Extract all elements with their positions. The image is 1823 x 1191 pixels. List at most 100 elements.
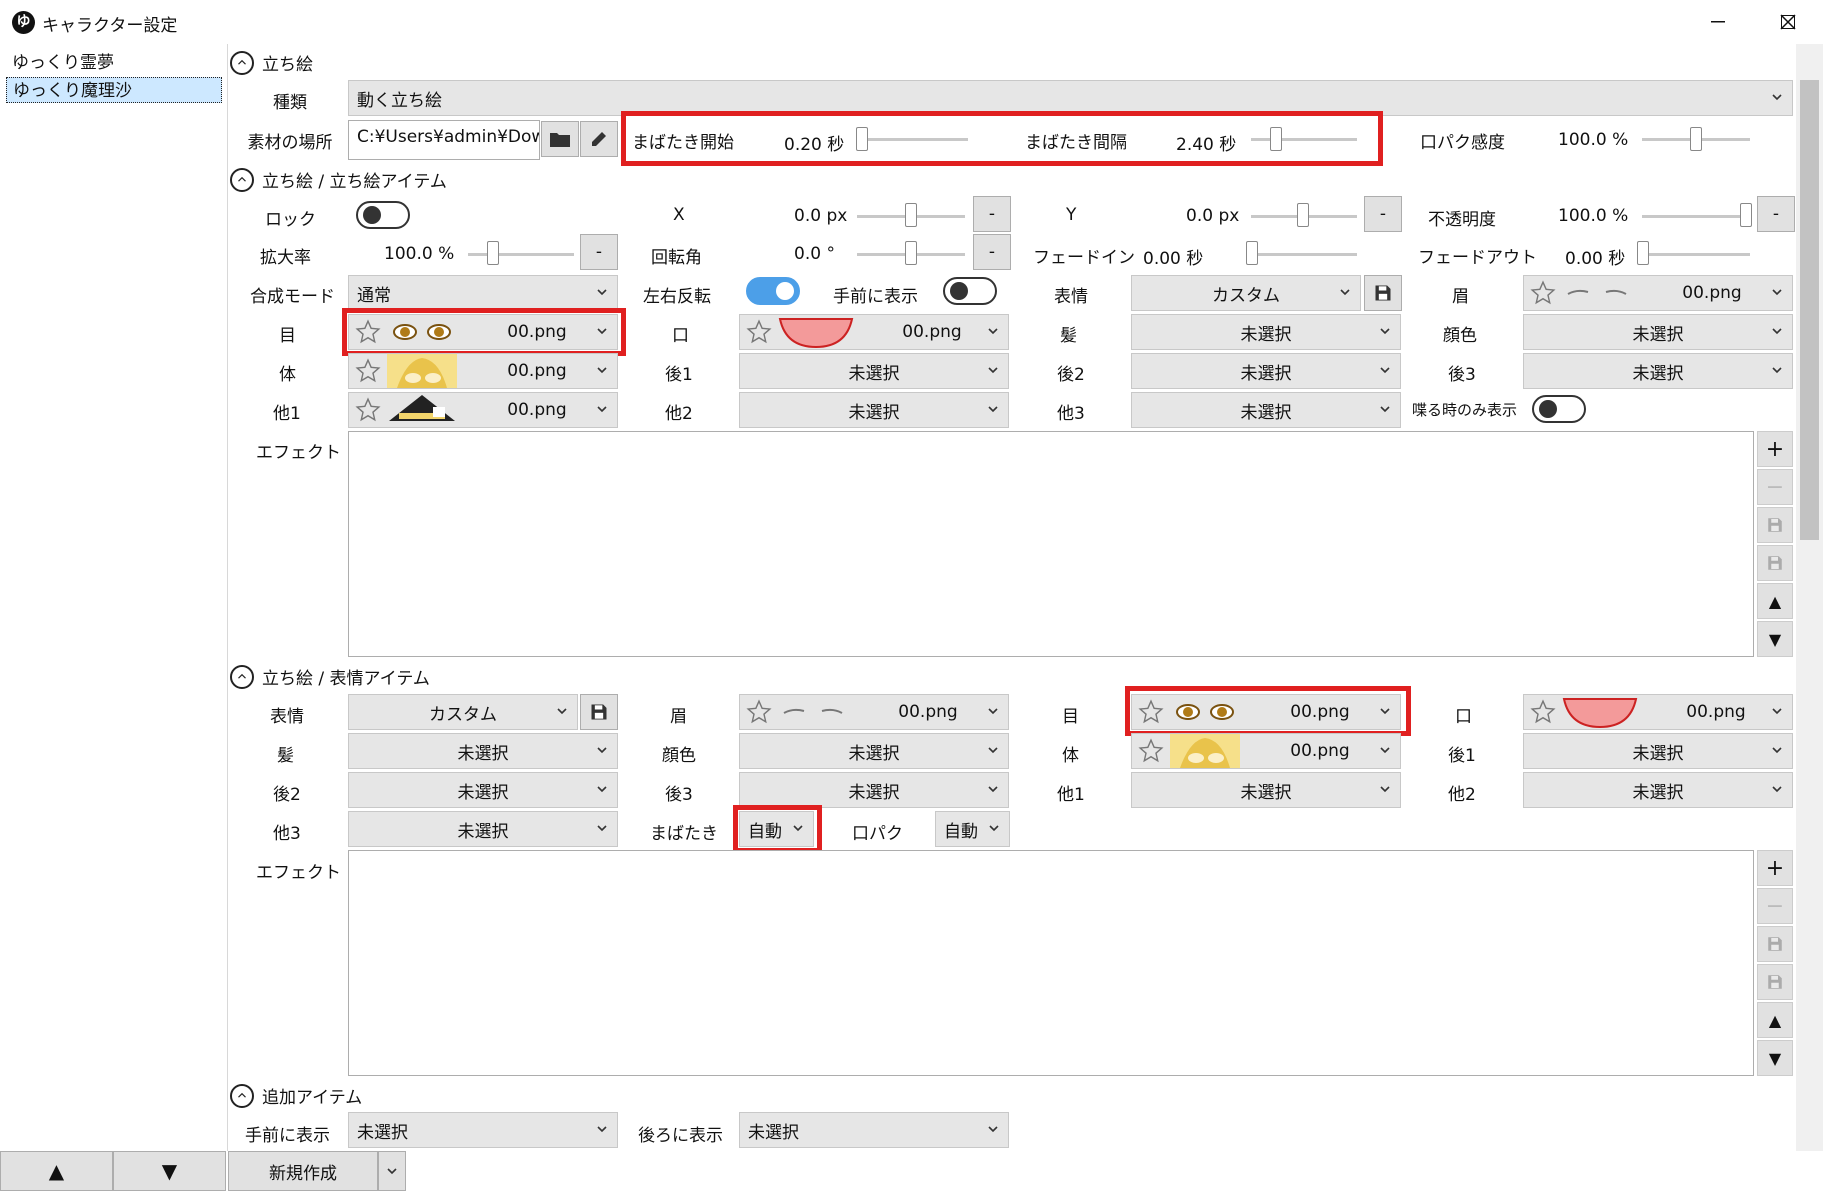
collapse-icon[interactable] (230, 167, 254, 192)
mouth-select[interactable]: 00.png (1523, 694, 1793, 730)
back2-select[interactable]: 未選択 (348, 772, 618, 808)
body-label: 体 (1062, 746, 1079, 766)
chevron-down-icon (986, 324, 1000, 338)
new-button-dropdown[interactable] (378, 1151, 406, 1191)
face-select[interactable]: 未選択 (739, 733, 1009, 769)
fadein-label: フェードイン (1033, 248, 1135, 268)
section-extra-item[interactable]: 追加アイテム (230, 1083, 362, 1108)
section-title: 立ち絵 (262, 55, 313, 75)
add-effect-button[interactable]: + (1757, 431, 1793, 467)
chevron-down-icon (1378, 743, 1392, 757)
opacity-slider-thumb[interactable] (1740, 203, 1752, 227)
x-slider-thumb[interactable] (905, 203, 917, 227)
collapse-icon[interactable] (230, 50, 254, 75)
other1-select[interactable]: 00.png (348, 392, 618, 428)
lip-sync-slider-thumb[interactable] (1690, 127, 1702, 151)
section-tachie[interactable]: 立ち絵 (230, 50, 313, 75)
section-tachie-item[interactable]: 立ち絵 / 立ち絵アイテム (230, 167, 447, 192)
rotate-slider-thumb[interactable] (905, 241, 917, 265)
move-down-button[interactable]: ▼ (113, 1151, 226, 1191)
fadeout-slider-thumb[interactable] (1637, 241, 1649, 265)
back3-select[interactable]: 未選択 (1523, 353, 1793, 389)
fadein-slider-thumb[interactable] (1246, 241, 1258, 265)
y-slider-thumb[interactable] (1297, 203, 1309, 227)
star-icon (1530, 280, 1556, 306)
close-icon[interactable] (1753, 0, 1823, 44)
folder-open-button[interactable] (541, 121, 579, 157)
collapse-icon[interactable] (230, 1083, 254, 1108)
add-effect-button[interactable]: + (1757, 850, 1793, 886)
effect-up-button[interactable]: ▲ (1757, 583, 1793, 619)
blend-select[interactable]: 通常 (348, 275, 618, 311)
other1-label: 他1 (273, 404, 301, 424)
blink-label: まばたき (650, 824, 718, 844)
back2-select[interactable]: 未選択 (1131, 353, 1401, 389)
chevron-down-icon (986, 402, 1000, 416)
collapse-icon[interactable] (230, 664, 254, 689)
expr-select[interactable]: カスタム (348, 694, 578, 730)
fadeout-slider[interactable] (1642, 253, 1750, 256)
back1-select[interactable]: 未選択 (1523, 733, 1793, 769)
other2-select[interactable]: 未選択 (739, 392, 1009, 428)
body-select[interactable]: 00.png (348, 353, 618, 389)
effect-down-button[interactable]: ▼ (1757, 1040, 1793, 1076)
move-up-button[interactable]: ▲ (0, 1151, 113, 1191)
front-select[interactable]: 未選択 (348, 1112, 618, 1148)
face-select[interactable]: 未選択 (1523, 314, 1793, 350)
opacity-slider[interactable] (1642, 215, 1750, 218)
blink-start-slider-thumb[interactable] (856, 127, 868, 151)
x-reset-button[interactable]: - (973, 196, 1011, 232)
hair-select[interactable]: 未選択 (348, 733, 618, 769)
fadein-slider[interactable] (1251, 253, 1357, 256)
blink-start-slider[interactable] (856, 138, 968, 141)
blink-interval-slider[interactable] (1251, 138, 1357, 141)
speak-only-toggle[interactable] (1532, 395, 1586, 423)
other3-select[interactable]: 未選択 (348, 811, 618, 847)
load-effect-button[interactable] (1757, 964, 1793, 1000)
other3-select[interactable]: 未選択 (1131, 392, 1401, 428)
zoom-slider-thumb[interactable] (487, 241, 499, 265)
remove-effect-button[interactable]: − (1757, 888, 1793, 924)
blink-interval-slider-thumb[interactable] (1270, 127, 1282, 151)
scrollbar-thumb[interactable] (1800, 80, 1819, 540)
save-effect-button[interactable] (1757, 926, 1793, 962)
minimize-button[interactable] (1683, 0, 1753, 44)
save-effect-button[interactable] (1757, 507, 1793, 543)
zoom-reset-button[interactable]: - (580, 234, 618, 270)
back-select[interactable]: 未選択 (739, 1112, 1009, 1148)
brow-select[interactable]: 00.png (1523, 275, 1793, 311)
expr-label: 表情 (1054, 287, 1088, 307)
hair-select[interactable]: 未選択 (1131, 314, 1401, 350)
body-select[interactable]: 00.png (1131, 733, 1401, 769)
edit-button[interactable] (580, 121, 618, 157)
rotate-reset-button[interactable]: - (973, 234, 1011, 270)
character-item[interactable]: ゆっくり霊夢 (6, 50, 222, 76)
back1-select[interactable]: 未選択 (739, 353, 1009, 389)
character-item-selected[interactable]: ゆっくり魔理沙 (6, 77, 222, 103)
opacity-reset-button[interactable]: - (1757, 196, 1795, 232)
effect-list[interactable] (348, 850, 1754, 1076)
other1-select[interactable]: 未選択 (1131, 772, 1401, 808)
section-expression-item[interactable]: 立ち絵 / 表情アイテム (230, 664, 430, 689)
expr-save-button[interactable] (580, 694, 618, 730)
flip-toggle[interactable] (746, 277, 800, 305)
new-button[interactable]: 新規作成 (228, 1151, 378, 1191)
zoom-slider[interactable] (468, 253, 574, 256)
expr-save-button[interactable] (1364, 275, 1402, 311)
front-toggle[interactable] (943, 277, 997, 305)
other2-select[interactable]: 未選択 (1523, 772, 1793, 808)
remove-effect-button[interactable]: − (1757, 469, 1793, 505)
effect-up-button[interactable]: ▲ (1757, 1002, 1793, 1038)
mouth-select[interactable]: 00.png (739, 314, 1009, 350)
brow-select[interactable]: 00.png (739, 694, 1009, 730)
effect-list[interactable] (348, 431, 1754, 657)
path-input[interactable]: C:¥Users¥admin¥Dowr (348, 120, 540, 160)
load-effect-button[interactable] (1757, 545, 1793, 581)
back3-select[interactable]: 未選択 (739, 772, 1009, 808)
y-reset-button[interactable]: - (1364, 196, 1402, 232)
chevron-down-icon (1378, 324, 1392, 338)
effect-down-button[interactable]: ▼ (1757, 621, 1793, 657)
lock-toggle[interactable] (356, 201, 410, 229)
expr-select[interactable]: カスタム (1131, 275, 1361, 311)
lip-select[interactable]: 自動 (935, 811, 1010, 847)
